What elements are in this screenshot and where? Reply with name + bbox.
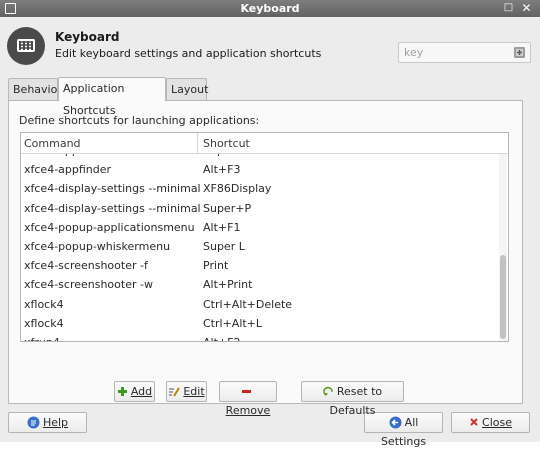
list-scrollbar[interactable] bbox=[499, 153, 507, 341]
title-bar: Keyboard □ ✕ bbox=[0, 0, 540, 17]
maximize-icon[interactable]: □ bbox=[502, 2, 515, 14]
window-close-icon[interactable]: ✕ bbox=[520, 2, 533, 14]
close-button[interactable]: Close bbox=[451, 412, 530, 433]
shortcut-cell: Alt+F3 bbox=[203, 163, 241, 177]
shortcut-cell: Ctrl+Alt+Delete bbox=[203, 297, 293, 311]
add-icon bbox=[117, 386, 127, 396]
command-cell: xfce4-popup-whiskermenu bbox=[24, 239, 171, 253]
command-cell: xfce4-screenshooter -w bbox=[24, 278, 153, 292]
command-cell: xflock4 bbox=[24, 297, 64, 311]
help-button[interactable]: Help bbox=[8, 412, 87, 433]
tab-layout[interactable]: Layout bbox=[166, 78, 208, 100]
shortcut-cell: Print bbox=[203, 259, 229, 273]
tab-area: Behavior Application Shortcuts Layout De… bbox=[0, 71, 540, 417]
list-item[interactable]: xflock4 Ctrl+Alt+L bbox=[21, 315, 498, 334]
command-cell: xfce4-popup-applicationsmenu bbox=[24, 220, 195, 234]
column-header-command[interactable]: Command bbox=[24, 137, 81, 150]
list-rows: xfce4-appfinderSuper+R xfce4-appfinder Alt… bbox=[21, 153, 498, 341]
shortcut-cell: Super L bbox=[203, 239, 245, 253]
command-cell: xfce4-display-settings --minimal bbox=[24, 182, 201, 196]
close-label: Close bbox=[482, 416, 512, 429]
remove-icon bbox=[242, 389, 251, 393]
search-clear-icon[interactable] bbox=[513, 46, 526, 59]
list-item[interactable]: xfrun4 Alt+F2 bbox=[21, 334, 498, 341]
list-item[interactable]: xfce4-popup-whiskermenu Super L bbox=[21, 238, 498, 257]
list-header: Command Shortcut bbox=[21, 133, 508, 154]
shortcuts-list: Command Shortcut xfce4-appfinderSuper+Rx… bbox=[20, 132, 509, 342]
scrollbar-thumb[interactable] bbox=[500, 255, 506, 339]
command-cell: xfrun4 bbox=[24, 336, 60, 341]
search-input[interactable] bbox=[399, 43, 514, 62]
add-label: Add bbox=[130, 385, 153, 398]
shortcut-cell: Super+P bbox=[203, 201, 252, 215]
list-item[interactable]: xfce4-appfinder Alt+F3 bbox=[21, 161, 498, 180]
panel-description: Define shortcuts for launching applicati… bbox=[19, 114, 260, 127]
help-label: Help bbox=[42, 416, 69, 429]
tab-behavior[interactable]: Behavior bbox=[8, 78, 62, 100]
shortcuts-panel: Define shortcuts for launching applicati… bbox=[8, 100, 523, 417]
command-cell: xfce4-screenshooter -f bbox=[24, 259, 148, 273]
shortcut-cell: XF86Display bbox=[203, 182, 272, 196]
window-title: Keyboard bbox=[240, 2, 300, 15]
shortcut-cell: Alt+F1 bbox=[203, 220, 241, 234]
dialog-header: Keyboard Edit keyboard settings and appl… bbox=[0, 17, 540, 71]
remove-button[interactable]: Remove bbox=[219, 381, 277, 417]
search-box[interactable] bbox=[398, 42, 531, 63]
shortcut-cell: Alt+Print bbox=[203, 278, 253, 292]
shortcut-cell: Ctrl+Alt+L bbox=[203, 316, 263, 330]
close-icon bbox=[470, 418, 478, 426]
list-item[interactable]: xfce4-popup-applicationsmenu Alt+F1 bbox=[21, 219, 498, 238]
column-separator bbox=[197, 133, 198, 153]
command-cell: xflock4 bbox=[24, 316, 64, 330]
keyboard-icon bbox=[7, 27, 45, 65]
reset-icon bbox=[323, 386, 333, 396]
edit-label: Edit bbox=[183, 385, 205, 398]
list-item[interactable]: xfce4-screenshooter -w Alt+Print bbox=[21, 276, 498, 295]
command-cell: xfce4-appfinder bbox=[24, 163, 112, 177]
list-item[interactable]: xfce4-appfinderSuper+R bbox=[21, 153, 498, 161]
list-item[interactable]: xflock4 Ctrl+Alt+Delete bbox=[21, 296, 498, 315]
command-cell: xfce4-display-settings --minimal bbox=[24, 201, 201, 215]
list-item[interactable]: xfce4-display-settings --minimal XF86Disp… bbox=[21, 180, 498, 199]
column-header-shortcut[interactable]: Shortcut bbox=[203, 137, 250, 150]
remove-label: Remove bbox=[225, 404, 271, 417]
list-item[interactable]: xfce4-screenshooter -f Print bbox=[21, 257, 498, 276]
reset-to-defaults-button[interactable]: Reset to Defaults bbox=[301, 381, 404, 417]
tab-application-shortcuts[interactable]: Application Shortcuts bbox=[58, 77, 166, 117]
edit-button[interactable]: Edit bbox=[166, 381, 207, 402]
list-item[interactable]: xfce4-display-settings --minimal Super+P bbox=[21, 200, 498, 219]
dialog-subtitle: Edit keyboard settings and application s… bbox=[55, 47, 322, 60]
add-button[interactable]: Add bbox=[114, 381, 155, 402]
reset-label: Reset to Defaults bbox=[329, 385, 383, 417]
back-arrow-icon bbox=[389, 416, 402, 428]
edit-icon bbox=[169, 386, 181, 397]
dialog-title: Keyboard bbox=[55, 30, 120, 44]
shortcut-cell: Alt+F2 bbox=[203, 336, 240, 341]
help-icon bbox=[27, 416, 40, 428]
all-settings-button[interactable]: All Settings bbox=[364, 412, 443, 448]
